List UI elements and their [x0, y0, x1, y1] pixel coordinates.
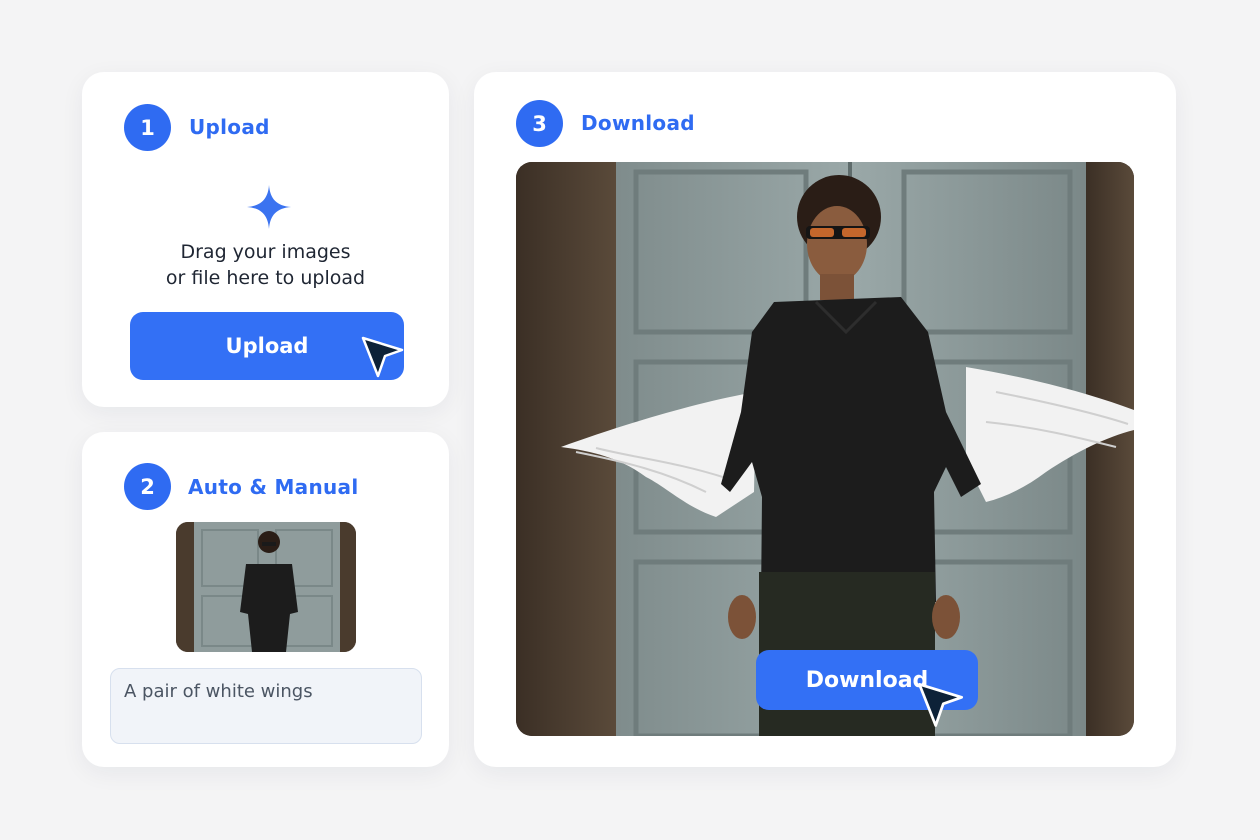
step-2-badge: 2 — [124, 463, 171, 510]
download-card: 3 Download Download — [474, 72, 1176, 767]
download-step-title: Download — [581, 111, 695, 135]
upload-step-title: Upload — [189, 115, 270, 139]
drop-text-line2: or file here to upload — [165, 267, 366, 289]
source-image-thumbnail — [176, 522, 356, 652]
auto-manual-step-title: Auto & Manual — [188, 475, 359, 499]
prompt-input[interactable]: A pair of white wings — [110, 668, 422, 744]
drop-text-line1: Drag your images — [180, 241, 351, 263]
cursor-arrow-icon — [361, 336, 404, 378]
plus-sparkle-icon — [247, 185, 291, 229]
cursor-arrow-icon — [918, 682, 964, 727]
step-3-badge: 3 — [516, 100, 563, 147]
auto-manual-card: 2 Auto & Manual A pair of white wings — [82, 432, 449, 767]
step-1-badge: 1 — [124, 104, 171, 151]
upload-card: 1 Upload Drag your images or file here t… — [82, 72, 449, 407]
